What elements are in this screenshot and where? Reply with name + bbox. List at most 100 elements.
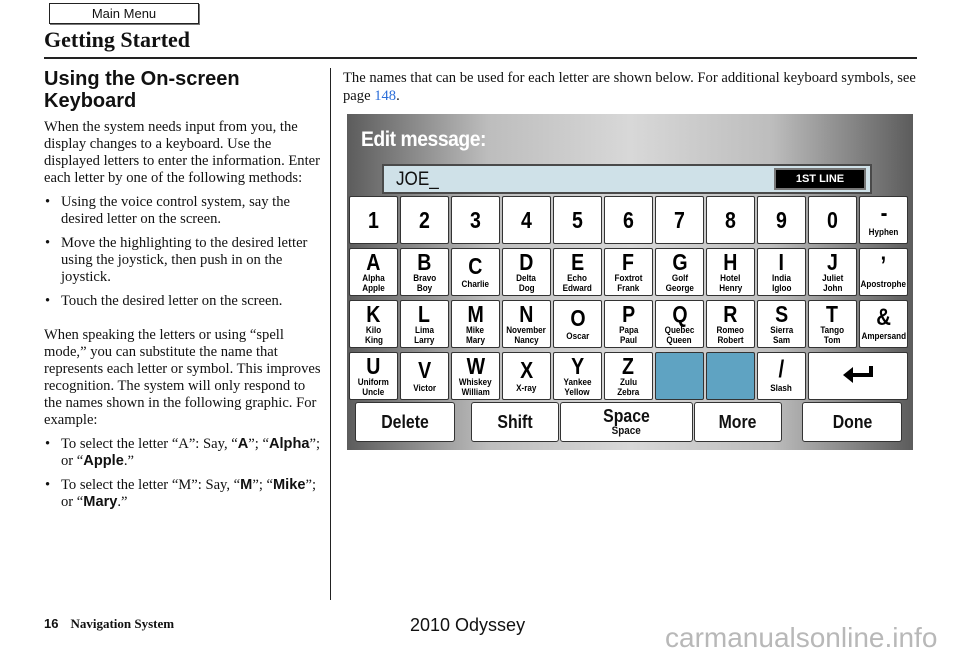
key-victor[interactable]: V Victor bbox=[400, 352, 449, 400]
blank-key[interactable] bbox=[655, 352, 704, 400]
key-character: A bbox=[366, 249, 381, 275]
key-character: 0 bbox=[827, 207, 838, 233]
key-alpha[interactable]: A Alpha Apple bbox=[349, 248, 398, 296]
title-divider bbox=[44, 57, 917, 59]
key-0[interactable]: 0 bbox=[808, 196, 857, 244]
key-phonetic-name: Golf bbox=[671, 273, 688, 283]
key-india[interactable]: I India Igloo bbox=[757, 248, 806, 296]
key-juliet[interactable]: J Juliet John bbox=[808, 248, 857, 296]
page-footer: 16 Navigation System bbox=[44, 616, 174, 632]
key-3[interactable]: 3 bbox=[451, 196, 500, 244]
key-oscar[interactable]: O Oscar bbox=[553, 300, 602, 348]
key-ampersand[interactable]: & Ampersand bbox=[859, 300, 908, 348]
key-hyphen[interactable]: - Hyphen bbox=[859, 196, 908, 244]
key-phonetic-name: Dog bbox=[518, 283, 535, 293]
key-phonetic-name: Robert bbox=[717, 335, 744, 345]
key-character: 3 bbox=[470, 207, 481, 233]
key-phonetic-name: Edward bbox=[562, 283, 593, 293]
delete-label: Delete bbox=[381, 412, 429, 432]
key-phonetic-name: George bbox=[665, 283, 694, 293]
key-sierra[interactable]: S Sierra Sam bbox=[757, 300, 806, 348]
key-2[interactable]: 2 bbox=[400, 196, 449, 244]
blank-key[interactable] bbox=[706, 352, 755, 400]
key-phonetic-name: Henry bbox=[719, 283, 742, 293]
page-reference-link[interactable]: 148 bbox=[374, 88, 396, 104]
example-text: .” bbox=[123, 453, 134, 469]
key-phonetic-name: Delta bbox=[516, 273, 537, 283]
key-phonetic-name: Yellow bbox=[564, 387, 591, 397]
key-character: - bbox=[880, 200, 887, 227]
key-echo[interactable]: E Echo Edward bbox=[553, 248, 602, 296]
key-4[interactable]: 4 bbox=[502, 196, 551, 244]
space-button[interactable]: Space Space bbox=[560, 402, 693, 442]
key-phonetic-name: Zebra bbox=[617, 387, 640, 397]
key-character: 9 bbox=[776, 207, 787, 233]
key-foxtrot[interactable]: F Foxtrot Frank bbox=[604, 248, 653, 296]
done-label: Done bbox=[832, 412, 872, 432]
key-phonetic-name: Oscar bbox=[566, 331, 589, 341]
key-tango[interactable]: T Tango Tom bbox=[808, 300, 857, 348]
key-character: J bbox=[827, 249, 838, 275]
intro-text: . bbox=[396, 88, 400, 104]
key-whiskey[interactable]: W Whiskey William bbox=[451, 352, 500, 400]
key-phonetic-name: Kilo bbox=[365, 325, 382, 335]
shift-button[interactable]: Shift bbox=[471, 402, 559, 442]
key-charlie[interactable]: C Charlie bbox=[451, 248, 500, 296]
key-phonetic-name: Mary bbox=[466, 335, 485, 345]
key-delta[interactable]: D Delta Dog bbox=[502, 248, 551, 296]
key-mike[interactable]: M Mike Mary bbox=[451, 300, 500, 348]
key-character: ’ bbox=[880, 252, 887, 279]
key-romeo[interactable]: R Romeo Robert bbox=[706, 300, 755, 348]
key-lima[interactable]: L Lima Larry bbox=[400, 300, 449, 348]
key-phonetic-name: Hotel bbox=[720, 273, 741, 283]
key-x-ray[interactable]: X X-ray bbox=[502, 352, 551, 400]
key-hotel[interactable]: H Hotel Henry bbox=[706, 248, 755, 296]
example-letter: M bbox=[240, 477, 253, 493]
key-character: P bbox=[621, 301, 636, 327]
key-6[interactable]: 6 bbox=[604, 196, 653, 244]
key-quebec[interactable]: Q Quebec Queen bbox=[655, 300, 704, 348]
key-phonetic-name: X-ray bbox=[516, 383, 537, 393]
key-zulu[interactable]: Z Zulu Zebra bbox=[604, 352, 653, 400]
message-input[interactable]: JOE_ 1ST LINE bbox=[382, 164, 872, 194]
key-kilo[interactable]: K Kilo King bbox=[349, 300, 398, 348]
key-character: N bbox=[519, 301, 534, 327]
key-1[interactable]: 1 bbox=[349, 196, 398, 244]
key-phonetic-name: Ampersand bbox=[861, 331, 906, 341]
key-phonetic-name: Queen bbox=[666, 335, 693, 345]
key-character: Y bbox=[570, 353, 585, 379]
key-character: 7 bbox=[674, 207, 685, 233]
more-button[interactable]: More bbox=[694, 402, 782, 442]
key-papa[interactable]: P Papa Paul bbox=[604, 300, 653, 348]
key-character: Q bbox=[671, 301, 688, 327]
key-apostrophe[interactable]: ’ Apostrophe bbox=[859, 248, 908, 296]
key-phonetic-name: Hyphen bbox=[868, 227, 899, 237]
key-bravo[interactable]: B Bravo Boy bbox=[400, 248, 449, 296]
key-uniform[interactable]: U Uniform Uncle bbox=[349, 352, 398, 400]
key-slash[interactable]: / Slash bbox=[757, 352, 806, 400]
key-phonetic-name: Whiskey bbox=[459, 377, 492, 387]
left-column: Using the On-screen Keyboard When the sy… bbox=[44, 68, 324, 518]
key-9[interactable]: 9 bbox=[757, 196, 806, 244]
delete-button[interactable]: Delete bbox=[355, 402, 455, 442]
line-selector-button[interactable]: 1ST LINE bbox=[774, 168, 866, 190]
key-character: G bbox=[671, 249, 688, 275]
function-key-row: Delete Shift Space Space More Done bbox=[347, 402, 913, 444]
column-divider bbox=[330, 68, 331, 600]
key-5[interactable]: 5 bbox=[553, 196, 602, 244]
main-menu-button[interactable]: Main Menu bbox=[49, 3, 199, 24]
key-character: M bbox=[467, 301, 484, 327]
key-8[interactable]: 8 bbox=[706, 196, 755, 244]
done-button[interactable]: Done bbox=[802, 402, 902, 442]
key-november[interactable]: N November Nancy bbox=[502, 300, 551, 348]
key-phonetic-name: Juliet bbox=[821, 273, 844, 283]
enter-key[interactable] bbox=[808, 352, 908, 400]
key-yankee[interactable]: Y Yankee Yellow bbox=[553, 352, 602, 400]
key-phonetic-name: Echo bbox=[567, 273, 588, 283]
key-golf[interactable]: G Golf George bbox=[655, 248, 704, 296]
key-phonetic-name: Yankee bbox=[563, 377, 592, 387]
key-character: I bbox=[778, 249, 785, 275]
space-sublabel: Space bbox=[611, 425, 642, 437]
key-7[interactable]: 7 bbox=[655, 196, 704, 244]
key-character: U bbox=[366, 353, 381, 379]
